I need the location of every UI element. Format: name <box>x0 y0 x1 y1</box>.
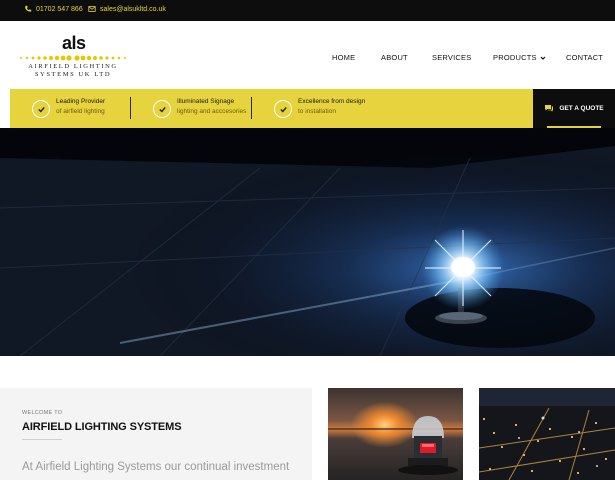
hero-banner-image <box>0 128 615 356</box>
nav-services[interactable]: SERVICES <box>432 53 471 62</box>
nav-contact-label: CONTACT <box>566 53 604 62</box>
feature-divider <box>130 97 131 119</box>
feature-title: Illuminated Signage <box>177 98 235 105</box>
title-underline <box>22 439 62 440</box>
chevron-down-icon <box>540 56 546 60</box>
nav-contact[interactable]: CONTACT <box>566 53 603 62</box>
logo-dots-decoration <box>20 55 126 61</box>
feature-subtitle: to installation <box>298 108 336 115</box>
hero-runway-light-photo <box>0 128 615 356</box>
top-contact-bar: 01702 547 866 sales@alsukltd.co.uk <box>0 0 615 21</box>
feature-item: Excellence from design to installation <box>274 97 365 118</box>
check-circle-icon <box>274 100 292 118</box>
nav-about[interactable]: ABOUT <box>381 53 408 62</box>
phone-number: 01702 547 866 <box>36 5 83 13</box>
feature-strip: Leading Provider of airfield lighting Il… <box>10 89 533 128</box>
check-circle-icon <box>32 100 50 118</box>
nav-home-label: HOME <box>332 53 356 62</box>
welcome-card: WELCOME TO AIRFIELD LIGHTING SYSTEMS At … <box>0 388 312 480</box>
welcome-text: At Airfield Lighting Systems our continu… <box>22 461 290 473</box>
nav-home[interactable]: HOME <box>332 53 355 62</box>
logo-text-line2: SYSTEMS UK LTD <box>34 71 112 78</box>
city-night-photo <box>479 388 615 480</box>
get-a-quote-label: GET A QUOTE <box>559 105 604 112</box>
company-logo[interactable]: als AIRFIELD LIGHTING SYSTEMS UK LTD <box>18 33 128 83</box>
logo-text-line1: AIRFIELD LIGHTING <box>28 63 118 70</box>
logo-mark: als <box>62 33 86 53</box>
phone-icon <box>25 5 32 12</box>
feature-title: Leading Provider <box>56 98 106 105</box>
nav-products-label: PRODUCTS <box>493 53 537 62</box>
check-circle-icon <box>153 100 171 118</box>
email-contact[interactable]: sales@alsukltd.co.uk <box>88 5 166 13</box>
email-address: sales@alsukltd.co.uk <box>100 5 166 13</box>
welcome-eyebrow: WELCOME TO <box>22 410 63 416</box>
city-lights-aerial-image[interactable] <box>479 388 615 480</box>
envelope-icon <box>88 6 96 12</box>
get-a-quote-button[interactable]: GET A QUOTE <box>533 89 615 128</box>
sunset-runway-light-image[interactable] <box>328 388 463 480</box>
phone-contact[interactable]: 01702 547 866 <box>24 5 83 13</box>
feature-title: Excellence from design <box>298 98 366 105</box>
feature-item: Illuminated Signage lighting and accceso… <box>153 97 246 118</box>
welcome-title: AIRFIELD LIGHTING SYSTEMS <box>22 421 182 433</box>
feature-subtitle: of airfield lighting <box>56 108 105 115</box>
sunset-photo <box>328 388 463 480</box>
site-header: als AIRFIELD LIGHTING SYSTEMS UK LTD HOM… <box>10 21 615 89</box>
feature-divider <box>251 97 252 119</box>
nav-products[interactable]: PRODUCTS <box>493 53 546 62</box>
chat-icon <box>545 105 554 112</box>
feature-item: Leading Provider of airfield lighting <box>32 97 105 118</box>
nav-services-label: SERVICES <box>432 53 472 62</box>
nav-about-label: ABOUT <box>381 53 408 62</box>
welcome-section: WELCOME TO AIRFIELD LIGHTING SYSTEMS At … <box>0 356 615 480</box>
feature-subtitle: lighting and acccesories <box>177 108 247 115</box>
